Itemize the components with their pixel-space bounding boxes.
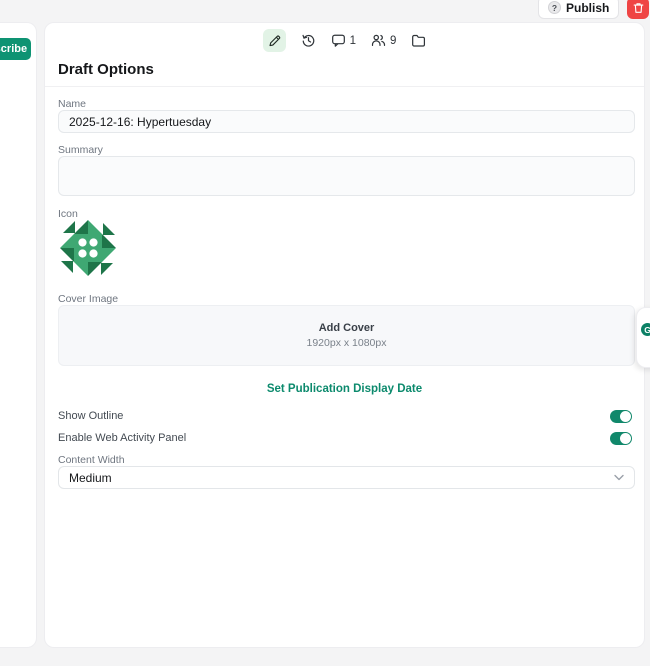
name-input[interactable] — [58, 110, 635, 133]
publish-button[interactable]: ? Publish — [538, 0, 619, 19]
edit-tab[interactable] — [263, 29, 286, 52]
delete-button[interactable] — [627, 0, 649, 19]
files-tab[interactable] — [411, 33, 426, 48]
add-cover-cta: Add Cover — [319, 322, 375, 334]
history-tab[interactable] — [301, 33, 316, 48]
web-activity-row: Enable Web Activity Panel — [58, 431, 632, 445]
divider — [45, 86, 644, 87]
topbar-actions: ? Publish — [538, 0, 650, 19]
chevron-down-icon — [614, 474, 624, 481]
cover-image-label: Cover Image — [58, 293, 118, 305]
app-root: { "colors": { "accent_green": "#0e9373",… — [0, 0, 650, 666]
draft-options-panel: 1 9 Draft Options Name Sum — [44, 22, 645, 648]
page-title: Draft Options — [58, 61, 154, 78]
trash-icon — [633, 2, 644, 14]
grammarly-tab[interactable]: G — [636, 307, 650, 368]
summary-input[interactable] — [58, 156, 635, 196]
show-outline-row: Show Outline — [58, 409, 632, 423]
left-sidebar-panel: Subscribe — [0, 22, 37, 648]
collaborators-count: 9 — [390, 35, 396, 47]
pencil-icon — [268, 34, 281, 47]
summary-label: Summary — [58, 144, 103, 156]
document-toolbar: 1 9 — [45, 29, 644, 52]
content-width-value: Medium — [69, 471, 112, 485]
comment-icon — [331, 33, 346, 48]
folder-icon — [411, 33, 426, 48]
name-label: Name — [58, 98, 86, 110]
cover-size-hint: 1920px x 1080px — [307, 337, 387, 349]
set-publication-display-date-link[interactable]: Set Publication Display Date — [45, 383, 644, 395]
comments-tab[interactable]: 1 — [331, 33, 356, 48]
publish-button-label: Publish — [566, 1, 609, 15]
collaborators-tab[interactable]: 9 — [371, 33, 396, 48]
add-cover-dropzone[interactable]: Add Cover 1920px x 1080px — [58, 305, 635, 366]
people-icon — [371, 33, 386, 48]
web-activity-label: Enable Web Activity Panel — [58, 432, 186, 444]
web-activity-toggle[interactable] — [610, 432, 632, 445]
show-outline-label: Show Outline — [58, 410, 123, 422]
grammarly-icon: G — [641, 323, 650, 336]
publish-status-icon: ? — [548, 1, 561, 14]
subscribe-button[interactable]: Subscribe — [0, 38, 31, 60]
content-width-select[interactable]: Medium — [58, 466, 635, 489]
history-icon — [301, 33, 316, 48]
comments-count: 1 — [350, 35, 356, 47]
draft-icon[interactable] — [58, 220, 118, 276]
icon-label: Icon — [58, 208, 78, 220]
content-width-label: Content Width — [58, 454, 125, 466]
show-outline-toggle[interactable] — [610, 410, 632, 423]
